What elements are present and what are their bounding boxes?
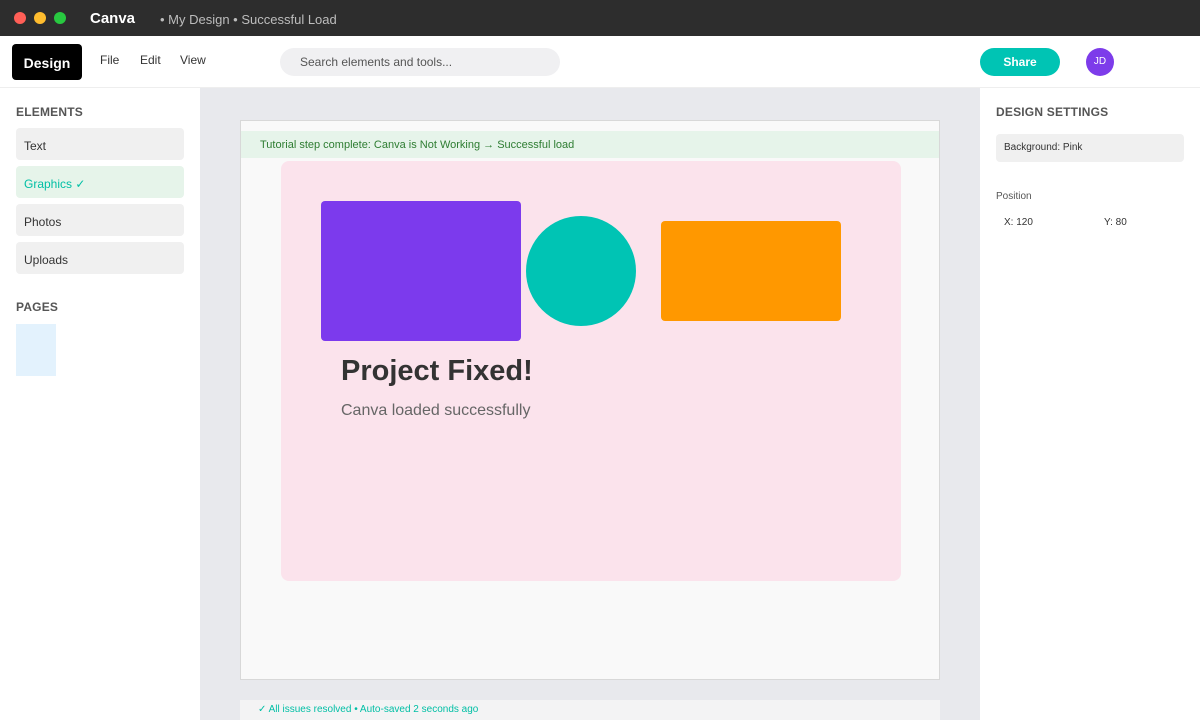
canvas-subheading[interactable]: Canva loaded successfully — [341, 402, 530, 420]
design-canvas[interactable]: Project Fixed! Canva loaded successfully — [281, 161, 901, 581]
position-label: Position — [996, 191, 1032, 202]
design-page: Tutorial step complete: Canva is Not Wor… — [240, 120, 940, 680]
minimize-window-button[interactable] — [34, 12, 46, 24]
design-settings-title: DESIGN SETTINGS — [996, 105, 1109, 119]
left-sidebar: ELEMENTS Text Graphics ✓ Photos Uploads … — [0, 88, 200, 720]
position-x-value[interactable]: X: 120 — [1004, 217, 1033, 228]
search-input[interactable] — [280, 48, 560, 76]
document-title: • My Design • Successful Load — [160, 12, 337, 27]
background-setting[interactable]: Background: Pink — [996, 134, 1184, 162]
sidebar-item-uploads[interactable]: Uploads — [16, 242, 184, 274]
sidebar-item-photos[interactable]: Photos — [16, 204, 184, 236]
avatar[interactable]: JD — [1086, 48, 1114, 76]
status-bar: ✓ All issues resolved • Auto-saved 2 sec… — [240, 700, 940, 720]
menu-edit[interactable]: Edit — [140, 53, 161, 67]
tutorial-banner: Tutorial step complete: Canva is Not Wor… — [241, 131, 939, 158]
canvas-workspace: Tutorial step complete: Canva is Not Wor… — [200, 88, 980, 720]
sidebar-item-text[interactable]: Text — [16, 128, 184, 160]
teal-circle-shape[interactable] — [526, 216, 636, 326]
menu-file[interactable]: File — [100, 53, 119, 67]
page-thumbnail[interactable] — [16, 324, 56, 376]
canvas-heading[interactable]: Project Fixed! — [341, 355, 533, 388]
orange-rectangle-shape[interactable] — [661, 221, 841, 321]
position-y-value[interactable]: Y: 80 — [1104, 217, 1127, 228]
pages-section-title: PAGES — [16, 300, 59, 314]
elements-section-title: ELEMENTS — [16, 105, 83, 119]
top-toolbar: Design File Edit View Share JD — [0, 36, 1200, 88]
window-titlebar: Canva • My Design • Successful Load — [0, 0, 1200, 36]
sidebar-item-graphics[interactable]: Graphics ✓ — [16, 166, 184, 198]
right-sidebar: DESIGN SETTINGS Background: Pink Positio… — [980, 88, 1200, 720]
design-button[interactable]: Design — [12, 44, 82, 80]
share-button[interactable]: Share — [980, 48, 1060, 76]
purple-rectangle-shape[interactable] — [321, 201, 521, 341]
app-name: Canva — [90, 10, 136, 27]
menu-view[interactable]: View — [180, 53, 206, 67]
close-window-button[interactable] — [14, 12, 26, 24]
maximize-window-button[interactable] — [54, 12, 66, 24]
